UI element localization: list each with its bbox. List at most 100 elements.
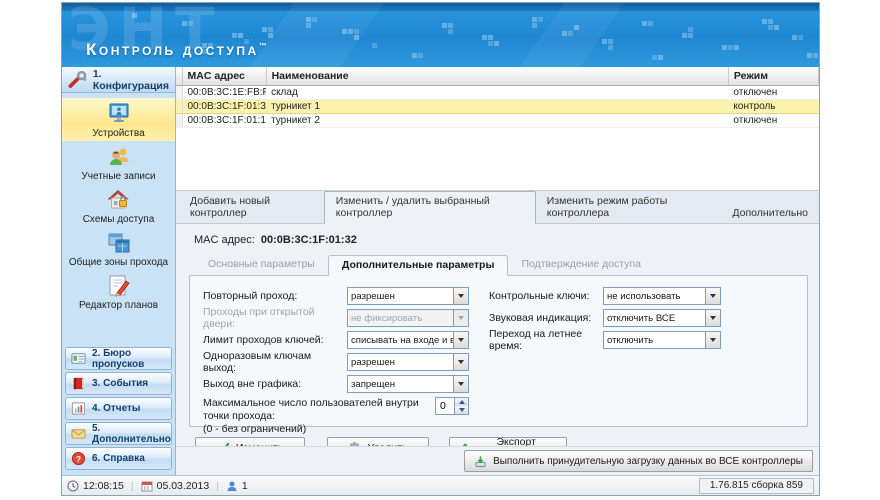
time-value: 12:08:15 bbox=[83, 479, 124, 492]
form-row-sound-indication: Звуковая индикация: отключить ВСЕ bbox=[489, 309, 721, 327]
extra-params-groupbox: Повторный проход: разрешен Проходы при о… bbox=[189, 275, 808, 435]
off-schedule-exit-select[interactable]: запрещен bbox=[347, 375, 469, 393]
tab-change-mode[interactable]: Изменить режим работы контроллера bbox=[536, 192, 722, 223]
mac-value: 00:0B:3C:1F:01:32 bbox=[260, 234, 357, 246]
pixel-mosaic-decoration bbox=[132, 13, 137, 18]
sidebar-item-plan-editor[interactable]: Редактор планов bbox=[62, 270, 175, 313]
tab-edit-delete-controller[interactable]: Изменить / удалить выбранный контроллер bbox=[323, 191, 536, 224]
field-label: Лимит проходов ключей: bbox=[203, 334, 324, 346]
sidebar-item-access-schemes[interactable]: Схемы доступа bbox=[62, 184, 175, 227]
select-value: не фиксировать bbox=[351, 312, 423, 324]
column-header-mac[interactable]: MAC адрес bbox=[182, 67, 267, 86]
sidebar-section-configuration[interactable]: 1. Конфигурация bbox=[62, 67, 175, 93]
cell-name[interactable]: склад bbox=[266, 85, 729, 100]
max-users-note: (0 - без ограничений) bbox=[203, 423, 307, 436]
form-row-repeat-pass: Повторный проход: разрешен bbox=[203, 287, 469, 305]
cell-mac[interactable]: 00:0B:3C:1F:01:32 bbox=[182, 98, 267, 114]
form-row-off-schedule-exit: Выход вне графика: запрещен bbox=[203, 375, 469, 393]
daylight-saving-select[interactable]: отключить bbox=[603, 331, 721, 349]
events-book-icon bbox=[73, 377, 84, 390]
field-label: Звуковая индикация: bbox=[489, 312, 592, 324]
field-label: Выход вне графика: bbox=[203, 378, 302, 390]
form-row-max-users: Максимальное число пользователей внутри … bbox=[203, 397, 469, 436]
field-label: Проходы при открытой двери: bbox=[203, 306, 315, 330]
parameter-subtabs: Основные параметры Дополнительные параме… bbox=[195, 255, 808, 276]
sidebar-item-label: Схемы доступа bbox=[82, 214, 155, 225]
sidebar-section-label: 2. Бюро пропусков bbox=[92, 347, 145, 370]
cell-mode[interactable]: отключен bbox=[728, 113, 819, 128]
form-row-key-limit: Лимит проходов ключей: списывать на вход… bbox=[203, 331, 469, 349]
sidebar-section-label: 1. Конфигурация bbox=[92, 67, 169, 92]
main-area: MAC адрес Наименование Режим 00:0B:3C:1E… bbox=[176, 67, 819, 475]
download-icon bbox=[475, 455, 486, 467]
cell-mac[interactable]: 00:0B:3C:1E:FB:F8 bbox=[182, 85, 267, 100]
sound-indication-select[interactable]: отключить ВСЕ bbox=[603, 309, 721, 327]
chevron-down-icon bbox=[453, 332, 468, 348]
header-streak bbox=[249, 3, 385, 67]
plan-editor-icon bbox=[109, 275, 130, 297]
status-bar: 12:08:15 | 05.03.2013 | 1 1.76.815 сборк… bbox=[62, 475, 819, 495]
cell-mode[interactable]: отключен bbox=[728, 85, 819, 100]
status-separator: | bbox=[130, 479, 134, 492]
sidebar-section-label: 6. Справка bbox=[92, 453, 145, 464]
control-keys-select[interactable]: не использовать bbox=[603, 287, 721, 305]
tab-extra[interactable]: Дополнительно bbox=[721, 204, 819, 223]
max-users-label: Максимальное число пользователей внутри … bbox=[203, 397, 419, 423]
subtab-extra-params[interactable]: Дополнительные параметры bbox=[327, 255, 509, 276]
wrench-icon bbox=[68, 70, 87, 88]
sidebar-section-reports[interactable]: 4. Отчеты bbox=[65, 397, 172, 420]
force-load-button-label: Выполнить принудительную загрузку данных… bbox=[493, 455, 803, 467]
chevron-down-icon bbox=[705, 332, 720, 348]
key-limit-select[interactable]: списывать на входе и выходе bbox=[347, 331, 469, 349]
chevron-down-icon bbox=[453, 354, 468, 370]
column-header-mode[interactable]: Режим bbox=[728, 67, 819, 86]
footer-bar: Выполнить принудительную загрузку данных… bbox=[176, 446, 819, 475]
subtab-access-confirmation[interactable]: Подтверждение доступа bbox=[508, 255, 654, 275]
access-schemes-icon bbox=[106, 189, 129, 209]
table-row-selected[interactable]: 00:0B:3C:1F:01:32 турникет 1 контроль bbox=[176, 98, 819, 114]
sidebar-item-pass-zones[interactable]: Общие зоны прохода bbox=[62, 227, 175, 270]
spinner-down-icon[interactable] bbox=[455, 406, 468, 414]
cell-name[interactable]: турникет 2 bbox=[266, 113, 729, 128]
repeat-pass-select[interactable]: разрешен bbox=[347, 287, 469, 305]
sidebar-section-label: 4. Отчеты bbox=[92, 403, 141, 414]
sidebar-section-help[interactable]: ? 6. Справка bbox=[65, 447, 172, 470]
form-row-open-door-pass: Проходы при открытой двери: не фиксирова… bbox=[203, 306, 469, 330]
sidebar-items: Устройства Учетные записи Схемы доступа … bbox=[62, 93, 175, 313]
sidebar-item-devices[interactable]: Устройства bbox=[62, 98, 175, 141]
sidebar-section-extra[interactable]: 5. Дополнительно bbox=[65, 422, 172, 445]
sidebar-section-pass-bureau[interactable]: 2. Бюро пропусков bbox=[65, 347, 172, 370]
clock-icon bbox=[67, 480, 79, 491]
select-value: отключить ВСЕ bbox=[607, 312, 676, 324]
subtab-basic-params[interactable]: Основные параметры bbox=[195, 255, 328, 275]
column-header-name[interactable]: Наименование bbox=[266, 67, 729, 86]
select-value: разрешен bbox=[351, 356, 395, 368]
select-value: списывать на входе и выходе bbox=[351, 334, 453, 346]
status-users-online: 1 bbox=[226, 480, 248, 492]
users-online-value: 1 bbox=[241, 479, 248, 492]
form-row-daylight-saving: Переход на летнее время: отключить bbox=[489, 328, 721, 352]
app-title-text: Контроль доступа bbox=[86, 40, 259, 59]
cell-name[interactable]: турникет 1 bbox=[266, 98, 729, 114]
chevron-down-icon bbox=[453, 310, 468, 326]
one-time-exit-select[interactable]: разрешен bbox=[347, 353, 469, 371]
header-streak bbox=[519, 3, 625, 67]
cell-mac[interactable]: 00:0B:3C:1F:01:1A bbox=[182, 113, 267, 128]
status-separator: | bbox=[216, 479, 219, 492]
sidebar-item-label: Редактор планов bbox=[78, 300, 159, 311]
pass-card-icon bbox=[71, 353, 86, 364]
select-value: отключить bbox=[607, 334, 654, 346]
force-load-all-button[interactable]: Выполнить принудительную загрузку данных… bbox=[464, 450, 813, 472]
sidebar-item-accounts[interactable]: Учетные записи bbox=[62, 141, 175, 184]
table-row[interactable]: 00:0B:3C:1F:01:1A турникет 2 отключен bbox=[176, 113, 819, 128]
table-row[interactable]: 00:0B:3C:1E:FB:F8 склад отключен bbox=[176, 85, 819, 100]
version-label: 1.76.815 сборка 859 bbox=[698, 477, 814, 494]
spinner-up-icon[interactable] bbox=[455, 398, 468, 406]
max-users-spinner[interactable]: 0 bbox=[435, 397, 469, 415]
sidebar-section-label: 3. События bbox=[92, 378, 149, 389]
cell-mode[interactable]: контроль bbox=[728, 98, 819, 114]
chevron-down-icon bbox=[705, 310, 720, 326]
field-label: Повторный проход: bbox=[203, 290, 298, 302]
tab-add-controller[interactable]: Добавить новый контроллер bbox=[179, 192, 324, 223]
sidebar-section-events[interactable]: 3. События bbox=[65, 372, 172, 395]
